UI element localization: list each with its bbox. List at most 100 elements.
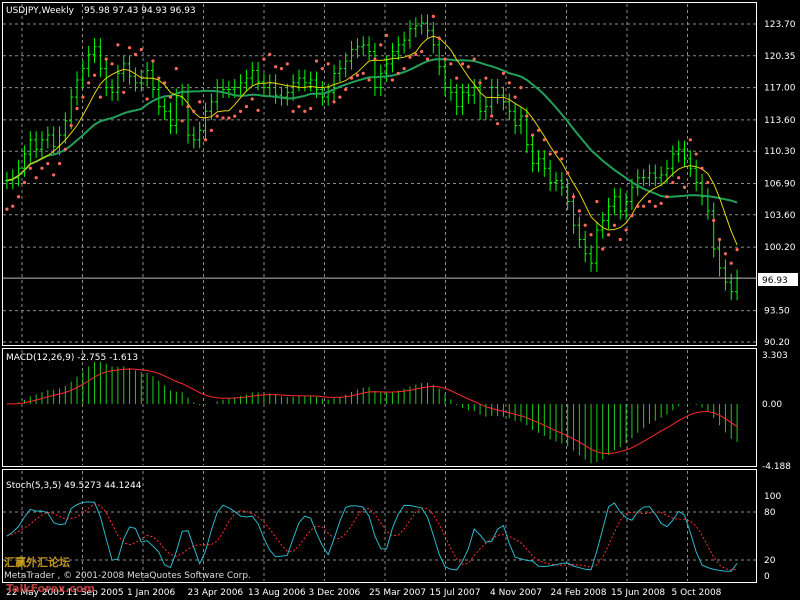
- x-tick-label: 24 Feb 2008: [551, 588, 607, 598]
- psar-dot: [682, 185, 687, 189]
- psar-dot: [297, 104, 301, 109]
- ohlc-bar: [92, 38, 97, 63]
- ohlc-bar: [700, 173, 705, 206]
- ohlc-bar: [34, 131, 39, 158]
- psar-dot: [309, 106, 313, 111]
- stoch-y-tick: 0: [764, 572, 770, 582]
- price-plot: [4, 14, 740, 301]
- psar-dot: [11, 204, 15, 208]
- psar-dot: [57, 161, 62, 166]
- price-y-tick: 120.35: [764, 52, 796, 62]
- x-tick-label: 1 Jan 2006: [127, 588, 175, 598]
- psar-dot: [373, 57, 377, 61]
- ohlc-bar: [390, 42, 395, 73]
- ohlc-bar: [115, 64, 120, 101]
- psar-dot: [233, 114, 237, 118]
- ohlc-bar: [723, 259, 728, 291]
- ohlc-bar: [296, 69, 301, 92]
- psar-dot: [449, 62, 453, 66]
- psar-dot: [390, 78, 395, 82]
- x-tick-label: 13 Aug 2006: [248, 588, 306, 598]
- psar-dot: [209, 128, 213, 132]
- psar-dot: [349, 76, 354, 80]
- ohlc-bar: [466, 83, 471, 104]
- y-axis-ticks: 123.70 120.35 117.00 113.60 110.30 106.90 103.…: [762, 20, 796, 582]
- psar-dot: [17, 195, 21, 199]
- psar-dot: [425, 57, 430, 61]
- price-y-tick: 100.20: [764, 243, 796, 253]
- psar-dot: [81, 95, 85, 99]
- ohlc-bar: [589, 245, 594, 272]
- psar-dot: [735, 248, 739, 252]
- psar-dot: [186, 104, 190, 109]
- psar-dot: [203, 138, 208, 142]
- psar-dot: [168, 95, 173, 99]
- x-tick-label: 5 Oct 2008: [672, 588, 722, 598]
- macd-y-tick: 0.00: [762, 400, 782, 410]
- price-y-tick: 113.60: [764, 116, 796, 126]
- psar-dot: [326, 62, 330, 66]
- ohlc-bar: [238, 74, 243, 97]
- ohlc-bar: [285, 83, 290, 106]
- psar-dot: [624, 228, 628, 232]
- ohlc-bar: [635, 169, 640, 196]
- psar-dot: [490, 114, 494, 118]
- ohlc-bar: [308, 71, 313, 92]
- macd-y-tick: 3.303: [762, 351, 788, 361]
- psar-dot: [34, 176, 38, 180]
- psar-dot: [104, 57, 108, 61]
- psar-dot: [443, 57, 447, 61]
- psar-dot: [595, 199, 599, 204]
- psar-dot: [525, 114, 529, 118]
- ohlc-bar: [28, 131, 33, 163]
- ohlc-bar: [443, 58, 448, 97]
- stoch-y-tick: 80: [764, 508, 776, 518]
- psar-dot: [700, 166, 704, 170]
- ohlc-bar: [273, 74, 278, 104]
- ohlc-bar: [554, 172, 558, 192]
- psar-dot: [431, 14, 435, 19]
- ohlc-bar: [332, 64, 337, 101]
- psar-dot: [408, 55, 412, 59]
- price-y-tick: 93.50: [764, 307, 790, 317]
- psar-dot: [69, 123, 73, 128]
- psar-dot: [215, 114, 219, 118]
- psar-dot: [320, 67, 324, 71]
- x-tick-label: 4 Nov 2007: [490, 588, 542, 598]
- macd-y-tick: -4.188: [762, 462, 791, 472]
- ohlc-bar: [355, 38, 360, 59]
- psar-dot: [618, 237, 622, 242]
- psar-dot: [647, 199, 652, 204]
- ohlc-bar: [600, 211, 605, 239]
- psar-dot: [133, 52, 138, 56]
- ohlc-bar: [180, 83, 185, 106]
- psar-dot: [712, 218, 716, 223]
- chart-canvas: 123.70 120.35 117.00 113.60 110.30 106.90 103.…: [2, 2, 798, 598]
- ohlc-bar: [454, 83, 459, 116]
- ohlc-bar: [682, 140, 687, 168]
- ohlc-bar: [302, 69, 307, 92]
- ohlc-bar: [361, 36, 366, 56]
- ohlc-bar: [402, 31, 407, 54]
- psar-dot: [192, 109, 196, 113]
- ohlc-bar: [215, 79, 220, 111]
- psar-dot: [110, 62, 114, 66]
- psar-dot: [396, 71, 400, 75]
- x-tick-label: 25 Mar 2007: [369, 588, 426, 598]
- grid-lines: [3, 4, 756, 581]
- ma-fast-line: [6, 35, 738, 246]
- psar-dot: [636, 204, 640, 208]
- psar-dot: [642, 204, 646, 208]
- psar-dot: [332, 100, 336, 104]
- price-y-tick: 123.70: [764, 20, 796, 30]
- psar-dot: [268, 52, 272, 56]
- psar-dot: [367, 78, 371, 82]
- psar-dot: [63, 147, 67, 151]
- price-y-tick: 106.90: [764, 179, 796, 189]
- ohlc-bar: [425, 14, 430, 40]
- ohlc-bar: [612, 188, 617, 215]
- psar-dot: [460, 62, 465, 66]
- psar-dot: [361, 71, 365, 75]
- ohlc-bar: [261, 73, 266, 97]
- psar-dot: [566, 171, 570, 175]
